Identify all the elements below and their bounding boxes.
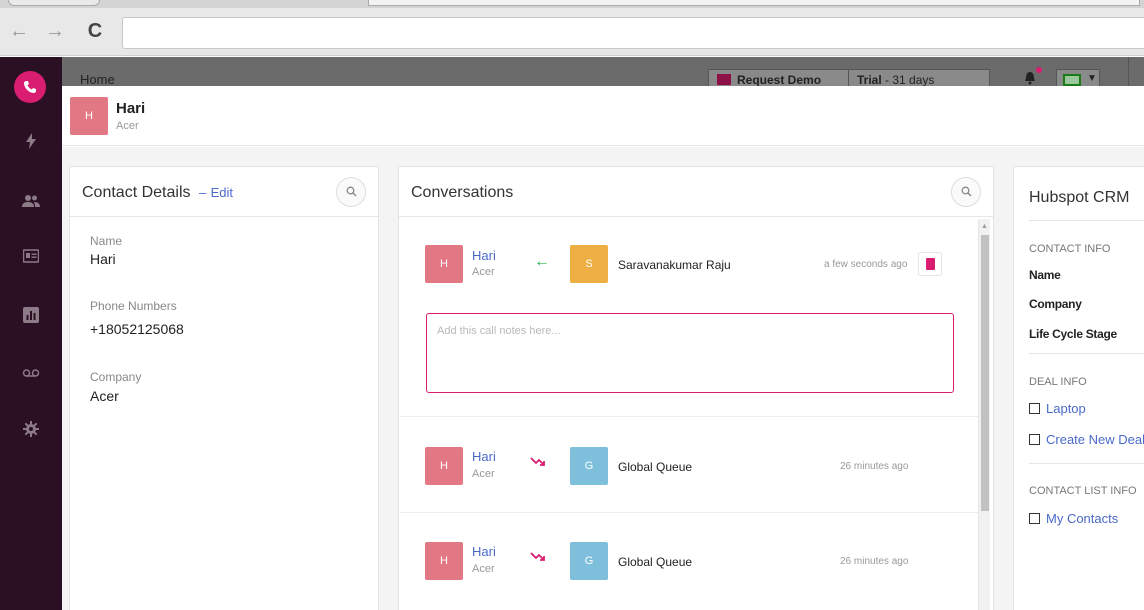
- contact-details-title-row: Contact Details – Edit: [82, 184, 233, 202]
- crm-create-deal-label: Create New Deal: [1046, 432, 1144, 447]
- name-label: Name: [90, 234, 123, 248]
- reload-icon[interactable]: C: [84, 20, 106, 42]
- conversation-time: a few seconds ago: [824, 259, 908, 270]
- phone-number-value[interactable]: +18052125068: [90, 321, 184, 337]
- contacts-icon[interactable]: [20, 193, 42, 215]
- company-value: Acer: [90, 388, 119, 404]
- notification-badge: [1036, 67, 1042, 73]
- agent-avatar: S: [570, 245, 608, 283]
- conversation-time: 26 minutes ago: [840, 556, 909, 567]
- crm-list-link-label: My Contacts: [1046, 511, 1119, 526]
- search-icon[interactable]: [336, 177, 366, 207]
- contact-avatar: H: [70, 97, 108, 135]
- conversation-contact-company: Acer: [472, 468, 495, 480]
- browser-tab-active[interactable]: [368, 0, 1140, 6]
- crm-divider: [1029, 463, 1144, 464]
- request-demo-label: Request Demo: [737, 73, 822, 87]
- scrollbar-thumb[interactable]: [981, 235, 989, 511]
- conversations-title: Conversations: [411, 184, 514, 201]
- address-bar[interactable]: [122, 17, 1144, 49]
- contact-details-panel: Contact Details – Edit Name Hari Phone N…: [69, 166, 379, 610]
- lightning-icon[interactable]: [20, 133, 42, 155]
- contact-avatar: H: [425, 447, 463, 485]
- presentation-icon: [717, 74, 731, 85]
- back-arrow-icon[interactable]: ←: [8, 20, 30, 42]
- contact-name: Hari: [116, 100, 146, 117]
- conversation-contact-name[interactable]: Hari: [472, 248, 496, 263]
- external-link-icon: [1029, 434, 1040, 445]
- crm-list-link-my-contacts[interactable]: My Contacts: [1029, 511, 1118, 526]
- crm-field-company: Company: [1029, 297, 1082, 311]
- call-notes-button[interactable]: [918, 252, 942, 276]
- crm-deal-link-label: Laptop: [1046, 401, 1086, 416]
- crm-create-deal-link[interactable]: Create New Deal: [1029, 432, 1144, 447]
- conversation-item[interactable]: H Hari Acer ← S Saravanakumar Raju a few…: [400, 219, 978, 415]
- conversation-contact-company: Acer: [472, 266, 495, 278]
- contact-header: H Hari Acer: [62, 86, 1144, 146]
- name-value: Hari: [90, 251, 116, 267]
- contact-details-header: Contact Details – Edit: [70, 167, 378, 217]
- forwarded-call-icon: [530, 455, 546, 472]
- crm-deal-link-laptop[interactable]: Laptop: [1029, 401, 1086, 416]
- conversations-scrollbar[interactable]: ▲: [978, 219, 990, 610]
- phone-icon[interactable]: [14, 71, 46, 103]
- external-link-icon: [1029, 513, 1040, 524]
- conversation-agent: Global Queue: [618, 460, 693, 474]
- app-sidebar: [0, 57, 62, 610]
- contact-avatar: H: [425, 245, 463, 283]
- crm-divider: [1029, 353, 1144, 354]
- settings-icon[interactable]: [20, 421, 42, 443]
- conversation-agent: Global Queue: [618, 555, 693, 569]
- crm-field-name: Name: [1029, 268, 1061, 282]
- monitor-icon: [1063, 74, 1081, 86]
- agent-avatar: G: [570, 542, 608, 580]
- forwarded-call-icon: [530, 550, 546, 567]
- contact-details-title: Contact Details: [82, 184, 191, 201]
- trial-label: Trial: [857, 73, 882, 87]
- conversation-contact-name[interactable]: Hari: [472, 544, 496, 559]
- contact-company: Acer: [116, 120, 139, 132]
- company-label: Company: [90, 370, 142, 384]
- title-dash: –: [198, 185, 207, 200]
- crm-title: Hubspot CRM: [1029, 189, 1130, 206]
- agent-avatar: G: [570, 447, 608, 485]
- conversation-item[interactable]: H Hari Acer G Global Queue 26 minutes ag…: [400, 513, 978, 610]
- phone-numbers-label: Phone Numbers: [90, 299, 177, 313]
- browser-toolbar: ← → C: [0, 8, 1144, 56]
- page-title: Home: [80, 72, 115, 87]
- chevron-down-icon: ▼: [1087, 73, 1097, 84]
- crm-divider: [1029, 220, 1144, 221]
- conversation-time: 26 minutes ago: [840, 461, 909, 472]
- conversations-panel: Conversations H Hari Acer ← S Saravanaku…: [398, 166, 994, 610]
- crm-deal-info-heading: DEAL INFO: [1029, 376, 1087, 388]
- external-link-icon: [1029, 403, 1040, 414]
- crm-field-lifecycle: Life Cycle Stage: [1029, 327, 1117, 341]
- id-card-icon[interactable]: [20, 248, 42, 270]
- conversation-item[interactable]: H Hari Acer G Global Queue 26 minutes ag…: [400, 417, 978, 511]
- document-icon: [926, 258, 935, 270]
- notification-bell-icon[interactable]: [1024, 71, 1038, 87]
- browser-tab[interactable]: [8, 0, 100, 6]
- search-icon[interactable]: [951, 177, 981, 207]
- edit-contact-link[interactable]: Edit: [211, 185, 233, 200]
- contact-avatar: H: [425, 542, 463, 580]
- crm-contact-info-heading: CONTACT INFO: [1029, 243, 1111, 255]
- crm-contact-list-heading: CONTACT LIST INFO: [1029, 485, 1137, 497]
- browser-tab-strip: [0, 0, 1144, 8]
- conversation-contact-company: Acer: [472, 563, 495, 575]
- voicemail-icon[interactable]: [20, 363, 42, 385]
- bar-chart-icon[interactable]: [20, 307, 42, 329]
- conversation-agent: Saravanakumar Raju: [618, 258, 731, 272]
- incoming-call-icon: ←: [534, 253, 550, 270]
- hubspot-crm-panel: Hubspot CRM CONTACT INFO Name Company Li…: [1013, 166, 1144, 610]
- conversation-contact-name[interactable]: Hari: [472, 449, 496, 464]
- conversations-header: Conversations: [399, 167, 993, 217]
- call-notes-input[interactable]: [426, 313, 954, 393]
- scroll-up-arrow-icon[interactable]: ▲: [981, 223, 988, 230]
- forward-arrow-icon[interactable]: →: [44, 20, 66, 42]
